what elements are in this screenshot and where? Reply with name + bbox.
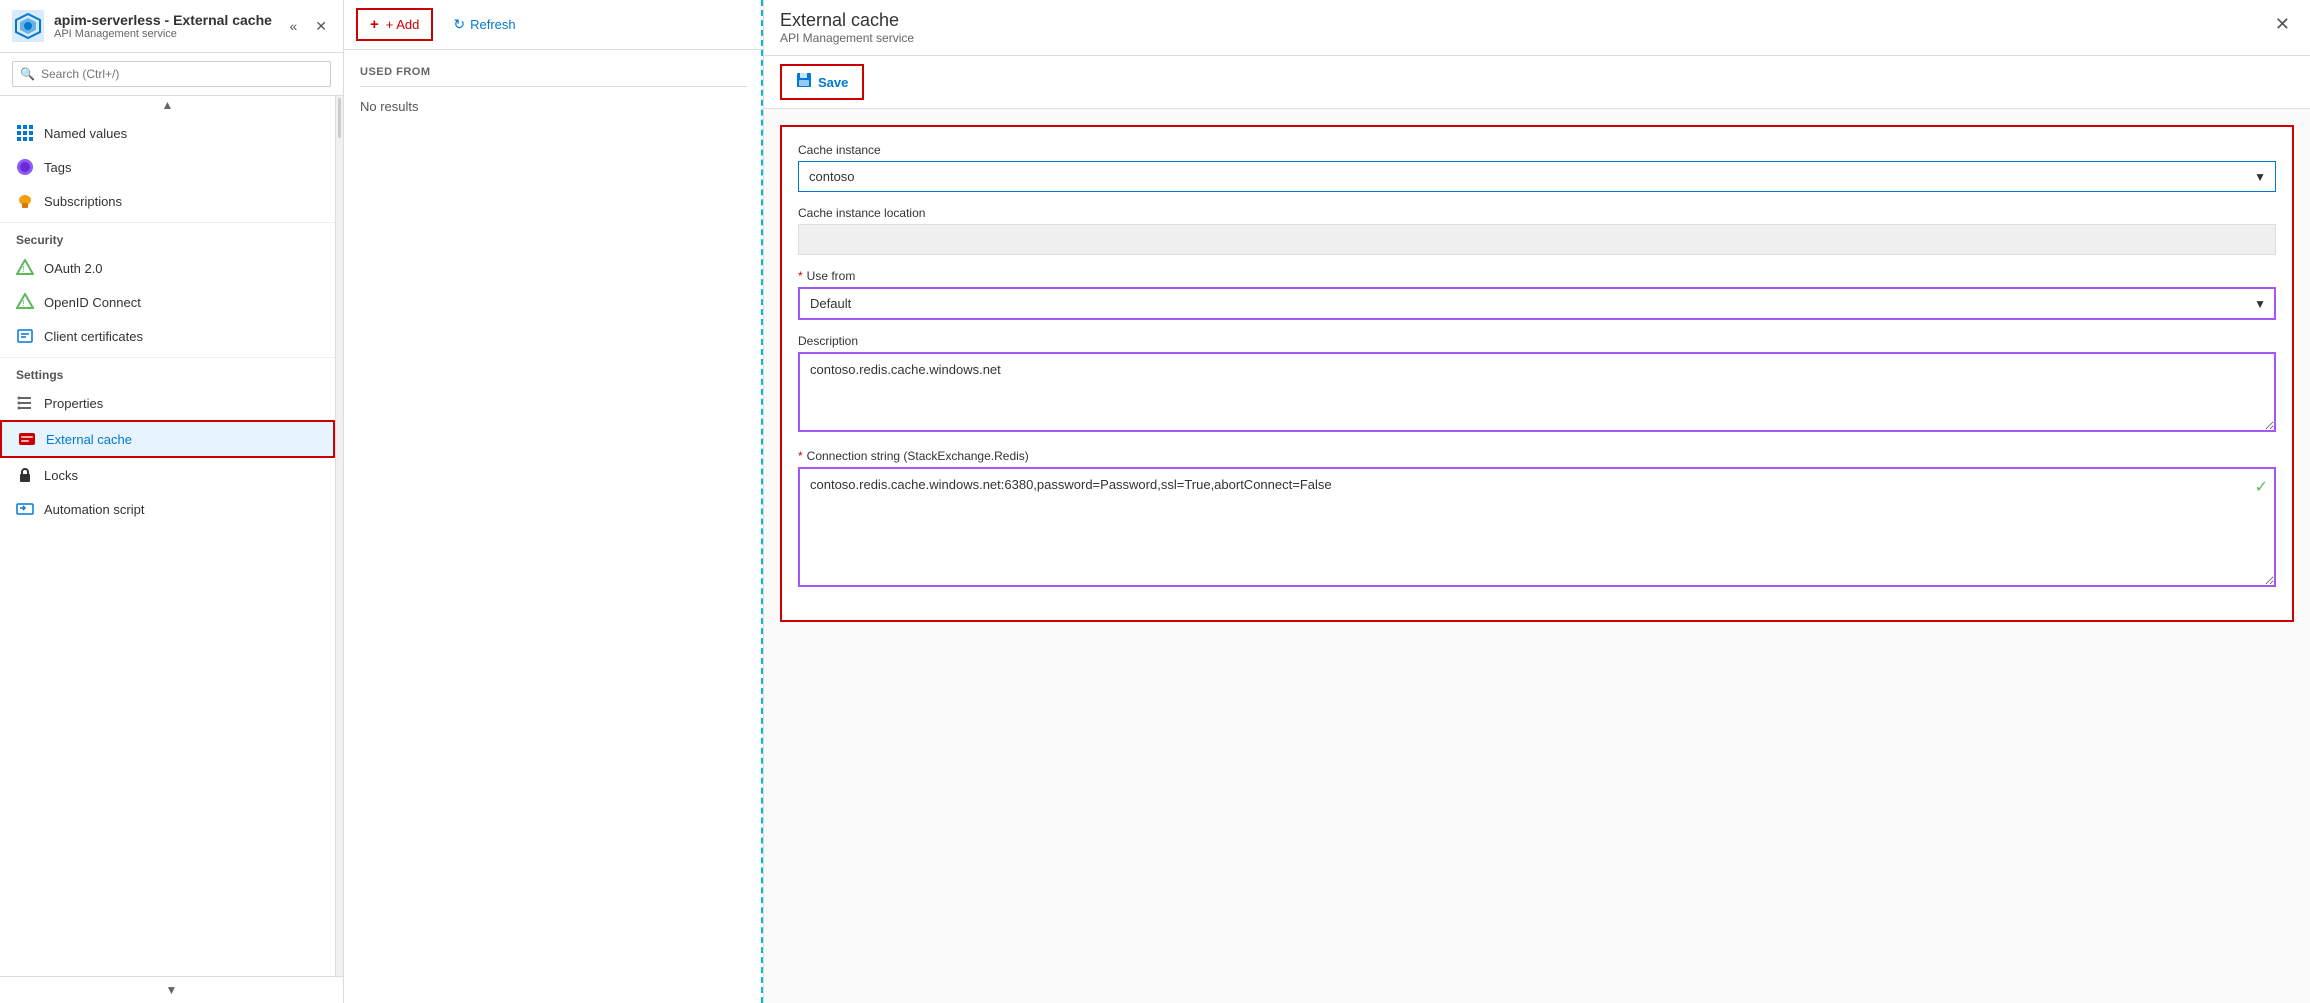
cache-instance-label: Cache instance (798, 143, 2276, 157)
add-button[interactable]: + + Add (356, 8, 433, 41)
description-field: Description contoso.redis.cache.windows.… (798, 334, 2276, 435)
right-panel-subtitle: API Management service (780, 31, 914, 45)
sidebar-item-label: Named values (44, 126, 127, 141)
subscriptions-icon (16, 192, 34, 210)
named-values-icon (16, 124, 34, 142)
tags-icon (16, 158, 34, 176)
svg-text:!: ! (23, 265, 25, 274)
connection-string-label: * Connection string (StackExchange.Redis… (798, 449, 2276, 463)
middle-content: USED FROM No results (344, 50, 763, 1003)
save-label: Save (818, 75, 848, 90)
sidebar-item-external-cache[interactable]: External cache (0, 420, 335, 458)
sidebar-item-openid[interactable]: ! OpenID Connect (0, 285, 335, 319)
refresh-icon: ↻ (453, 16, 465, 33)
left-panel-title: apim-serverless - External cache (54, 12, 275, 28)
scroll-up-button[interactable]: ▲ (160, 96, 176, 114)
add-icon: + (370, 16, 379, 33)
scrollbar-track (335, 96, 343, 976)
search-icon: 🔍 (20, 67, 35, 81)
search-input[interactable] (12, 61, 331, 87)
close-right-panel-button[interactable]: ✕ (2271, 10, 2294, 39)
used-from-header: USED FROM (360, 66, 747, 87)
cache-instance-select-wrapper: contoso ▼ (798, 161, 2276, 192)
apim-icon (12, 10, 44, 42)
settings-section-header: Settings (0, 357, 335, 386)
cache-instance-location-input[interactable] (798, 224, 2276, 255)
sidebar-item-named-values[interactable]: Named values (0, 116, 335, 150)
sidebar-item-tags[interactable]: Tags (0, 150, 335, 184)
sidebar-item-label: Subscriptions (44, 194, 122, 209)
add-label: + Add (386, 17, 420, 32)
use-from-required-star: * (798, 269, 803, 283)
sidebar-item-label: Automation script (44, 502, 144, 517)
connection-string-field: * Connection string (StackExchange.Redis… (798, 449, 2276, 590)
sidebar-item-client-certs[interactable]: Client certificates (0, 319, 335, 353)
svg-text:!: ! (23, 299, 25, 308)
use-from-label: * Use from (798, 269, 2276, 283)
scroll-arrows: ▼ (0, 976, 343, 1003)
dashed-separator (761, 0, 763, 1003)
right-toolbar: Save (764, 56, 2310, 109)
sidebar-item-label: Properties (44, 396, 103, 411)
sidebar-item-oauth2[interactable]: ! OAuth 2.0 (0, 251, 335, 285)
sidebar-item-label: Client certificates (44, 329, 143, 344)
right-header: External cache API Management service ✕ (764, 0, 2310, 56)
left-panel: apim-serverless - External cache API Man… (0, 0, 344, 1003)
security-section-header: Security (0, 222, 335, 251)
automation-icon (16, 500, 34, 518)
cache-instance-location-label: Cache instance location (798, 206, 2276, 220)
right-panel: External cache API Management service ✕ … (764, 0, 2310, 1003)
save-button[interactable]: Save (780, 64, 864, 100)
right-header-text: External cache API Management service (780, 10, 914, 45)
close-left-panel-button[interactable]: ✕ (311, 14, 331, 39)
use-from-field: * Use from Default ▼ (798, 269, 2276, 320)
refresh-label: Refresh (470, 17, 516, 32)
connection-string-valid-icon: ✓ (2255, 477, 2268, 497)
connection-string-required-star: * (798, 449, 803, 463)
use-from-select[interactable]: Default (798, 287, 2276, 320)
form-section: Cache instance contoso ▼ Cache instance … (780, 125, 2294, 622)
sidebar-item-properties[interactable]: Properties (0, 386, 335, 420)
sidebar-item-automation[interactable]: Automation script (0, 492, 335, 526)
refresh-button[interactable]: ↻ Refresh (441, 10, 527, 39)
sidebar-item-label: Tags (44, 160, 71, 175)
cert-icon (16, 327, 34, 345)
scrollbar-thumb[interactable] (338, 98, 341, 138)
search-bar: 🔍 (0, 53, 343, 96)
no-results-text: No results (360, 99, 747, 114)
left-panel-subtitle: API Management service (54, 28, 275, 40)
sidebar-item-subscriptions[interactable]: Subscriptions (0, 184, 335, 218)
left-header-text: apim-serverless - External cache API Man… (54, 12, 275, 40)
sidebar-item-locks[interactable]: Locks (0, 458, 335, 492)
connection-string-textarea[interactable]: contoso.redis.cache.windows.net:6380,pas… (798, 467, 2276, 587)
save-icon (796, 72, 812, 92)
cache-instance-select[interactable]: contoso (798, 161, 2276, 192)
use-from-select-wrapper: Default ▼ (798, 287, 2276, 320)
sidebar-item-label: OpenID Connect (44, 295, 141, 310)
scroll-down-button[interactable]: ▼ (164, 981, 180, 999)
left-header: apim-serverless - External cache API Man… (0, 0, 343, 53)
right-panel-title: External cache (780, 10, 914, 31)
openid-icon: ! (16, 293, 34, 311)
sidebar-item-label: Locks (44, 468, 78, 483)
lock-icon (16, 466, 34, 484)
sidebar-item-label: OAuth 2.0 (44, 261, 103, 276)
description-textarea[interactable]: contoso.redis.cache.windows.net (798, 352, 2276, 432)
nav-list: Named values Tags Subscriptions Security (0, 96, 335, 976)
collapse-panel-button[interactable]: « (285, 14, 301, 38)
form-area: Cache instance contoso ▼ Cache instance … (764, 109, 2310, 1003)
properties-icon (16, 394, 34, 412)
connection-string-wrapper: contoso.redis.cache.windows.net:6380,pas… (798, 467, 2276, 590)
oauth-icon: ! (16, 259, 34, 277)
description-label: Description (798, 334, 2276, 348)
middle-panel: + + Add ↻ Refresh USED FROM No results (344, 0, 764, 1003)
cache-instance-field: Cache instance contoso ▼ (798, 143, 2276, 192)
cache-icon (18, 430, 36, 448)
middle-toolbar: + + Add ↻ Refresh (344, 0, 763, 50)
cache-instance-location-field: Cache instance location (798, 206, 2276, 255)
sidebar-item-label: External cache (46, 432, 132, 447)
